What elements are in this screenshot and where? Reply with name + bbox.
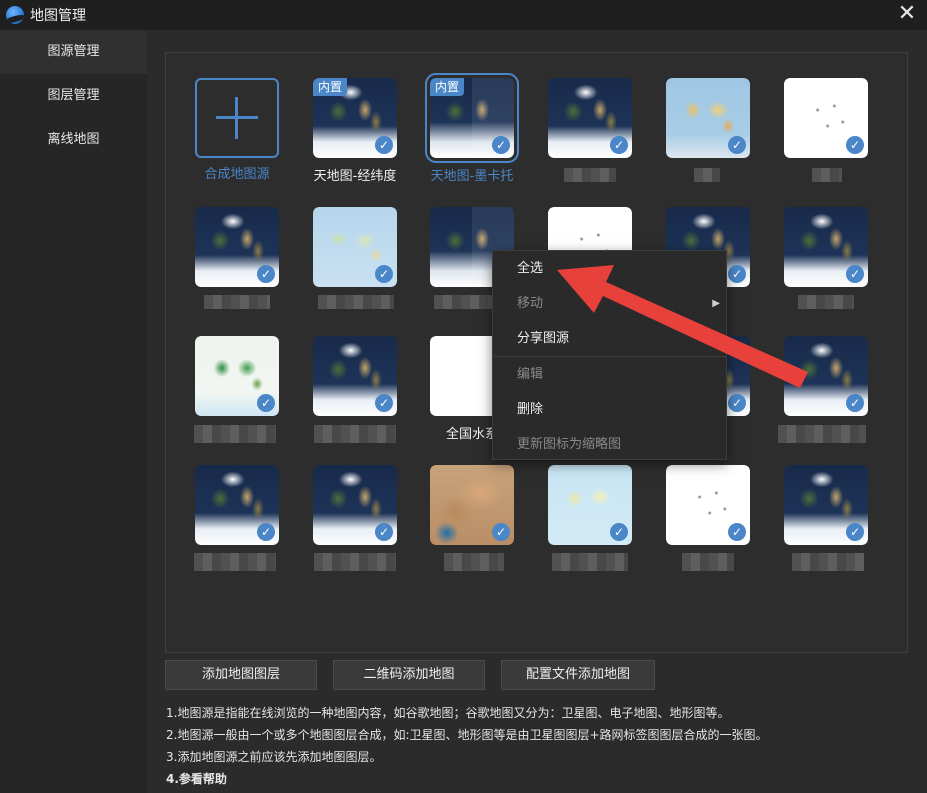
check-icon: ✓	[728, 394, 746, 412]
map-tile[interactable]: ✓	[784, 78, 868, 158]
map-tile[interactable]: ✓	[784, 465, 868, 545]
check-icon: ✓	[846, 265, 864, 283]
builtin-badge: 内置	[313, 78, 347, 96]
add-map-layer-button[interactable]: 添加地图图层	[165, 660, 317, 690]
menu-item-label: 分享图源	[517, 331, 570, 346]
blurred-label	[812, 168, 842, 182]
blurred-label	[204, 295, 270, 309]
submenu-arrow-icon: ▶	[712, 298, 720, 309]
map-tile[interactable]: ✓	[430, 465, 514, 545]
sidebar: 图源管理 图层管理 离线地图	[0, 30, 147, 793]
blurred-label	[194, 553, 276, 571]
check-icon: ✓	[257, 394, 275, 412]
check-icon: ✓	[257, 265, 275, 283]
menu-item-update-icon-thumbnail[interactable]: 更新图标为缩略图	[493, 427, 726, 462]
check-icon: ✓	[375, 523, 393, 541]
submenu-arrow-icon: ▶	[712, 333, 720, 344]
menu-item-select-all[interactable]: 全选	[493, 251, 726, 286]
blurred-label	[318, 295, 394, 309]
plus-icon	[216, 97, 258, 139]
blurred-label	[314, 553, 396, 571]
check-icon: ✓	[728, 136, 746, 154]
map-tile[interactable]: ✓	[784, 207, 868, 287]
map-tile[interactable]: ✓	[313, 207, 397, 287]
builtin-badge: 内置	[430, 78, 464, 96]
map-tile[interactable]: ✓	[313, 336, 397, 416]
check-icon: ✓	[846, 523, 864, 541]
map-tile[interactable]: ✓	[548, 465, 632, 545]
check-icon: ✓	[728, 265, 746, 283]
map-tile[interactable]: ✓	[195, 336, 279, 416]
map-tile[interactable]: ✓	[666, 78, 750, 158]
help-link[interactable]: 4.参看帮助	[166, 770, 227, 787]
sidebar-item-offline-maps[interactable]: 离线地图	[0, 118, 147, 162]
check-icon: ✓	[846, 394, 864, 412]
menu-item-delete[interactable]: 删除	[493, 392, 726, 427]
blurred-label	[694, 168, 720, 182]
map-tile[interactable]: ✓	[195, 465, 279, 545]
check-icon: ✓	[610, 136, 628, 154]
blurred-label	[778, 425, 866, 443]
sidebar-item-map-layers[interactable]: 图层管理	[0, 74, 147, 118]
title-bar: 地图管理 ✕	[0, 0, 927, 30]
check-icon: ✓	[492, 136, 510, 154]
menu-item-label: 移动	[517, 296, 544, 311]
blurred-label	[792, 553, 864, 571]
check-icon: ✓	[728, 523, 746, 541]
help-note: 1.地图源是指能在线浏览的一种地图内容，如谷歌地图；谷歌地图又分为：卫星图、电子…	[166, 706, 730, 720]
check-icon: ✓	[375, 265, 393, 283]
map-tile-label-selected: 天地图-墨卡托	[430, 169, 514, 184]
map-tile-label: 天地图-经纬度	[313, 169, 397, 184]
menu-item-edit[interactable]: 编辑	[493, 357, 726, 392]
blurred-label	[434, 295, 494, 309]
menu-item-move[interactable]: 移动 ▶	[493, 286, 726, 321]
check-icon: ✓	[375, 394, 393, 412]
blurred-label	[314, 425, 396, 443]
app-logo-icon	[6, 6, 24, 24]
menu-item-share-source[interactable]: 分享图源 ▶	[493, 321, 726, 356]
map-tile[interactable]: ✓	[548, 78, 632, 158]
check-icon: ✓	[846, 136, 864, 154]
blurred-label	[552, 553, 628, 571]
context-menu: 全选 移动 ▶ 分享图源 ▶ 编辑 删除 更新图标为缩略图	[492, 250, 727, 460]
add-composite-source-tile[interactable]	[195, 78, 279, 158]
blurred-label	[798, 295, 854, 309]
add-composite-source-label[interactable]: 合成地图源	[182, 163, 292, 182]
map-tile[interactable]: ✓	[195, 207, 279, 287]
qr-add-map-button[interactable]: 二维码添加地图	[333, 660, 485, 690]
window-title: 地图管理	[30, 8, 86, 24]
help-note: 2.地图源一般由一个或多个地图图层合成，如:卫星图、地形图等是由卫星图图层+路网…	[166, 728, 768, 742]
blurred-label	[194, 425, 276, 443]
map-tile[interactable]: ✓	[784, 336, 868, 416]
check-icon: ✓	[610, 523, 628, 541]
blurred-label	[682, 553, 734, 571]
close-button[interactable]: ✕	[895, 3, 919, 27]
help-note: 3.添加地图源之前应该先添加地图图层。	[166, 750, 382, 764]
config-file-add-map-button[interactable]: 配置文件添加地图	[501, 660, 655, 690]
blurred-label	[444, 553, 504, 571]
blurred-label	[564, 168, 616, 182]
check-icon: ✓	[375, 136, 393, 154]
map-tile[interactable]: ✓	[666, 465, 750, 545]
map-tile[interactable]: ✓	[313, 465, 397, 545]
sidebar-item-map-sources[interactable]: 图源管理	[0, 30, 147, 74]
check-icon: ✓	[257, 523, 275, 541]
map-tile-selected[interactable]: 内置 ✓	[425, 73, 519, 163]
map-tile[interactable]: 内置 ✓	[313, 78, 397, 158]
check-icon: ✓	[492, 523, 510, 541]
